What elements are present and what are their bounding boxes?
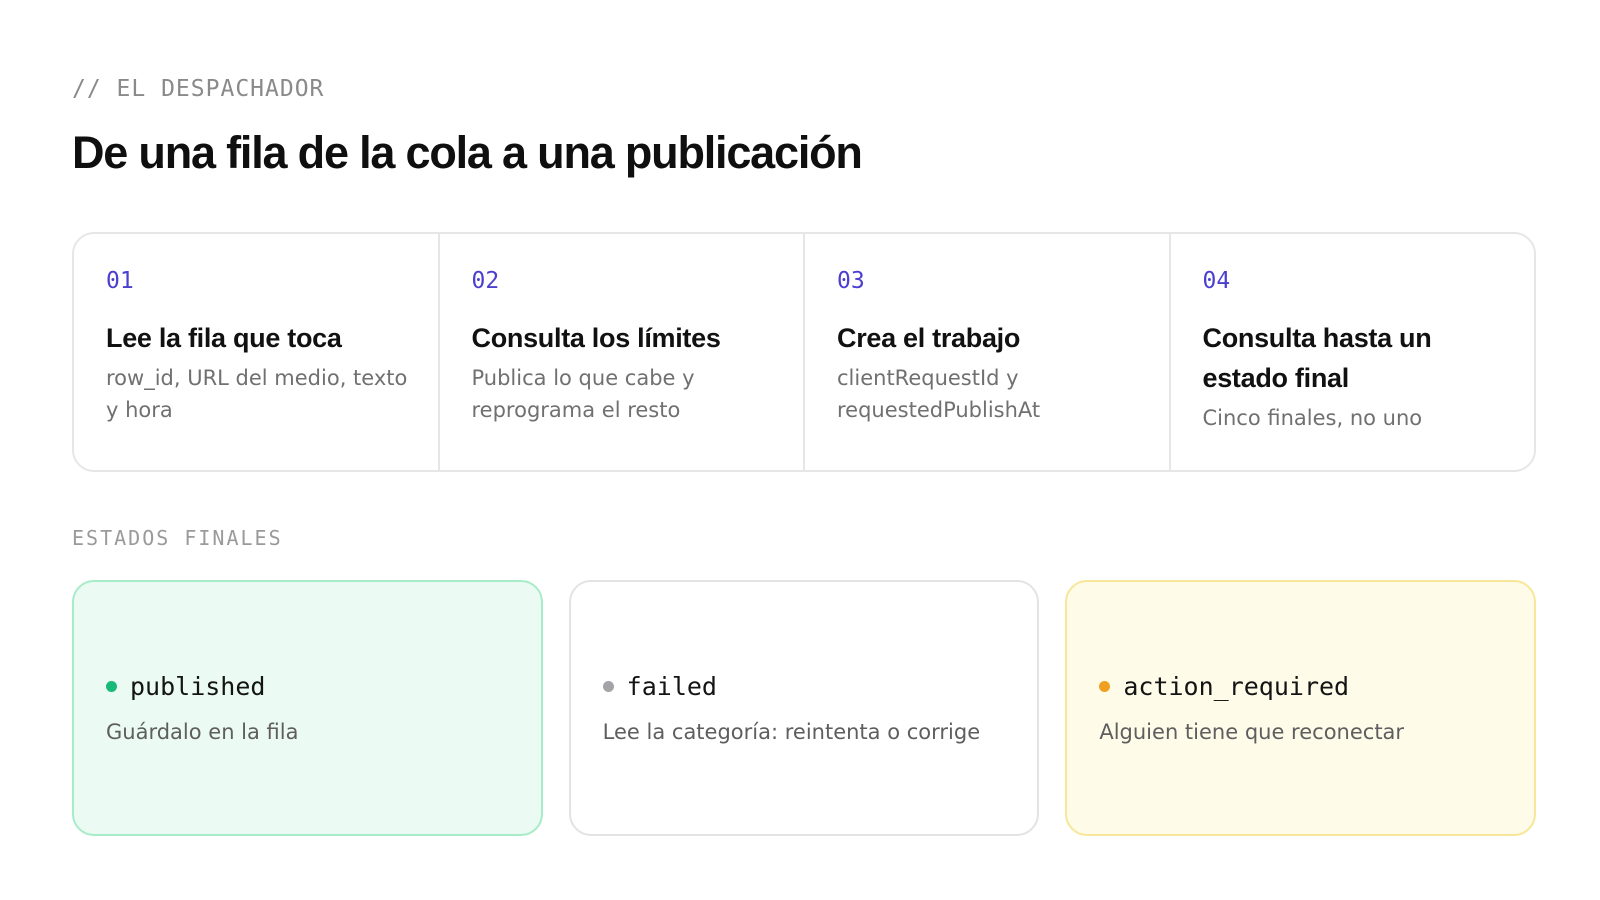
status-dot-icon <box>106 680 117 692</box>
state-name: action_required <box>1123 671 1350 701</box>
state-header: failed <box>602 668 1006 704</box>
step-number: 04 <box>1202 268 1231 294</box>
final-states-row: published Guárdalo en la fila failed Lee… <box>72 580 1537 836</box>
section-eyebrow: // EL DESPACHADOR <box>72 76 325 102</box>
step-title: Crea el trabajo <box>837 323 1021 353</box>
step-card: 02 Consulta los límites Publica lo que c… <box>440 234 805 470</box>
step-card: 03 Crea el trabajo clientRequestId y req… <box>805 234 1171 470</box>
state-card-failed: failed Lee la categoría: reintenta o cor… <box>568 580 1040 836</box>
state-card-action-required: action_required Alguien tiene que recone… <box>1065 580 1537 836</box>
status-dot-icon <box>602 680 614 692</box>
steps-panel: 01 Lee la fila que toca row_id, URL del … <box>72 232 1536 472</box>
state-header: published <box>106 668 509 704</box>
state-description: Lee la categoría: reintenta o corrige <box>602 720 981 744</box>
state-card-published: published Guárdalo en la fila <box>72 580 543 836</box>
step-title: Consulta hasta un estado final <box>1202 323 1432 393</box>
state-header: action_required <box>1099 668 1502 704</box>
state-name: failed <box>626 671 717 701</box>
step-number: 03 <box>837 268 865 294</box>
step-card: 01 Lee la fila que toca row_id, URL del … <box>74 234 440 470</box>
step-description: clientRequestId y requestedPublishAt <box>837 366 1041 422</box>
step-description: row_id, URL del medio, texto y hora <box>106 366 408 422</box>
step-title: Lee la fila que toca <box>106 323 342 353</box>
step-number: 01 <box>106 268 134 294</box>
page-title: De una fila de la cola a una publicación <box>72 127 863 178</box>
final-states-label: ESTADOS FINALES <box>72 526 283 550</box>
dispatcher-slide: // EL DESPACHADOR De una fila de la cola… <box>72 74 1537 836</box>
step-description: Publica lo que cabe y reprograma el rest… <box>471 366 695 422</box>
step-card: 04 Consulta hasta un estado final Cinco … <box>1171 234 1535 470</box>
step-description: Cinco finales, no uno <box>1202 406 1423 430</box>
step-number: 02 <box>471 268 500 294</box>
step-title: Consulta los límites <box>471 323 721 353</box>
status-dot-icon <box>1099 680 1111 692</box>
state-name: published <box>130 671 266 701</box>
state-description: Guárdalo en la fila <box>106 720 299 744</box>
state-description: Alguien tiene que reconectar <box>1099 720 1405 744</box>
